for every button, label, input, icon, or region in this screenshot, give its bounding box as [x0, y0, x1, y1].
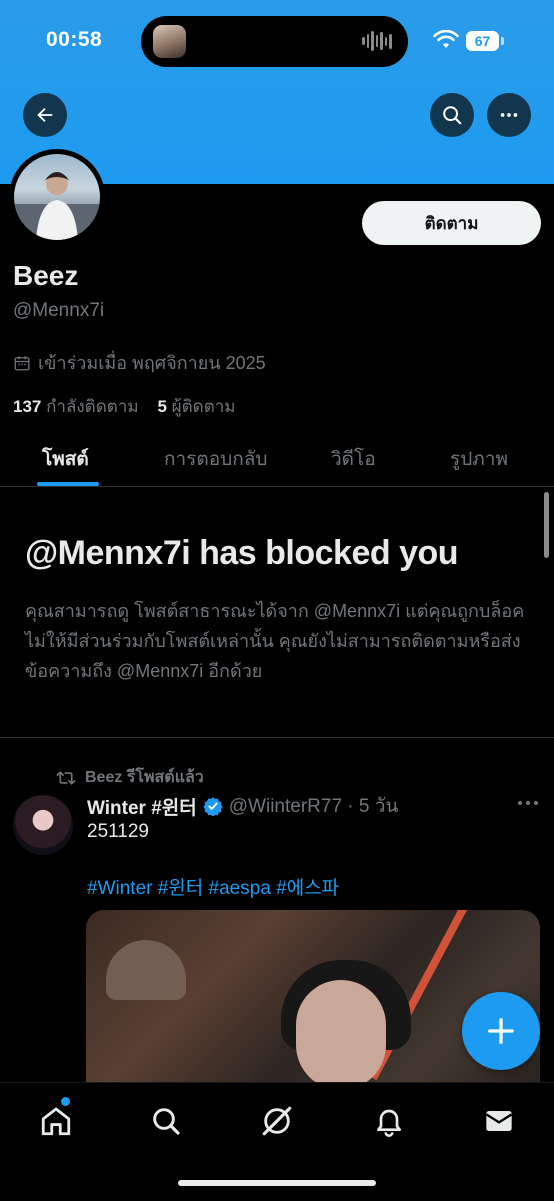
tab-videos[interactable]: วิดีโอ [331, 444, 376, 474]
status-bar: 00:58 67 [0, 0, 554, 84]
verified-icon [203, 797, 223, 816]
home-indicator[interactable] [178, 1180, 376, 1186]
more-options-button[interactable] [487, 93, 531, 137]
profile-handle: @Mennx7i [13, 300, 105, 321]
followers-count: 5 [157, 397, 167, 416]
blocked-description: คุณสามารถดู โพสต์สาธารณะได้จาก @Mennx7i … [25, 601, 525, 681]
join-date: เข้าร่วมเมื่อ พฤศจิกายน 2025 [13, 348, 266, 377]
nav-explore[interactable] [146, 1101, 186, 1141]
profile-avatar[interactable] [14, 154, 100, 240]
compose-button[interactable] [462, 992, 540, 1070]
tweet-author-name[interactable]: Winter #윈터 [87, 793, 197, 820]
tweet-text: 251129 [87, 821, 149, 842]
plus-icon [488, 1018, 514, 1044]
following-link[interactable]: 137 กำลังติดตาม [13, 397, 139, 416]
home-icon [41, 1107, 71, 1136]
back-button[interactable] [23, 93, 67, 137]
profile-tabs: โพสต์ การตอบกลับ วิดีโอ รูปภาพ [0, 428, 554, 487]
nav-messages[interactable] [479, 1101, 519, 1141]
section-divider [0, 737, 554, 738]
wifi-icon [433, 30, 459, 48]
tweet-author-avatar[interactable] [13, 795, 73, 855]
messages-icon [485, 1111, 513, 1131]
tab-replies[interactable]: การตอบกลับ [164, 444, 267, 474]
repost-icon [56, 770, 76, 785]
now-playing-artwork [153, 25, 186, 58]
followers-label: ผู้ติดตาม [171, 397, 236, 416]
following-count: 137 [13, 397, 42, 416]
avatar-photo [14, 172, 100, 240]
scrollbar[interactable] [544, 492, 549, 558]
profile-name: Beez [13, 260, 79, 291]
status-time: 00:58 [46, 28, 103, 51]
profile-avatar-frame [9, 149, 105, 245]
notifications-icon [377, 1109, 401, 1137]
tweet-hashtags[interactable]: #Winter #윈터 #aespa #에스파 [87, 873, 339, 900]
tab-posts[interactable]: โพสต์ [42, 444, 89, 474]
battery-indicator: 67 [466, 31, 499, 51]
calendar-icon [14, 355, 30, 370]
media-lamp [106, 940, 186, 1000]
repost-label: Beez รีโพสต์แล้ว [85, 769, 204, 786]
dynamic-island[interactable] [141, 16, 408, 67]
grok-icon [262, 1106, 292, 1136]
media-face [296, 980, 386, 1090]
search-icon [443, 106, 462, 125]
nav-notifications[interactable] [369, 1101, 409, 1141]
tweet-handle-time: @WiinterR77 · 5 วัน [228, 796, 399, 817]
tweet-more-icon[interactable] [516, 798, 540, 808]
follow-button[interactable]: ติดตาม [362, 201, 541, 245]
following-label: กำลังติดตาม [46, 397, 139, 416]
followers-link[interactable]: 5 ผู้ติดตาม [157, 397, 235, 416]
explore-icon [153, 1108, 180, 1135]
home-notification-dot [61, 1097, 70, 1106]
active-tab-indicator [37, 482, 99, 486]
tab-photos[interactable]: รูปภาพ [450, 444, 508, 474]
tweet-header: Winter #윈터 @WiinterR77 · 5 วัน [87, 791, 398, 821]
join-date-text: เข้าร่วมเมื่อ พฤศจิกายน 2025 [38, 353, 266, 373]
blocked-title: @Mennx7i has blocked you [25, 534, 459, 572]
nav-home[interactable] [36, 1101, 76, 1141]
battery-tip [501, 37, 504, 45]
follow-stats: 137 กำลังติดตาม 5 ผู้ติดตาม [13, 393, 236, 420]
more-icon [500, 113, 518, 117]
audio-wave-icon [362, 30, 393, 52]
back-arrow-icon [37, 107, 53, 123]
nav-grok[interactable] [257, 1101, 297, 1141]
repost-indicator: Beez รีโพสต์แล้ว [56, 765, 204, 790]
search-button[interactable] [430, 93, 474, 137]
